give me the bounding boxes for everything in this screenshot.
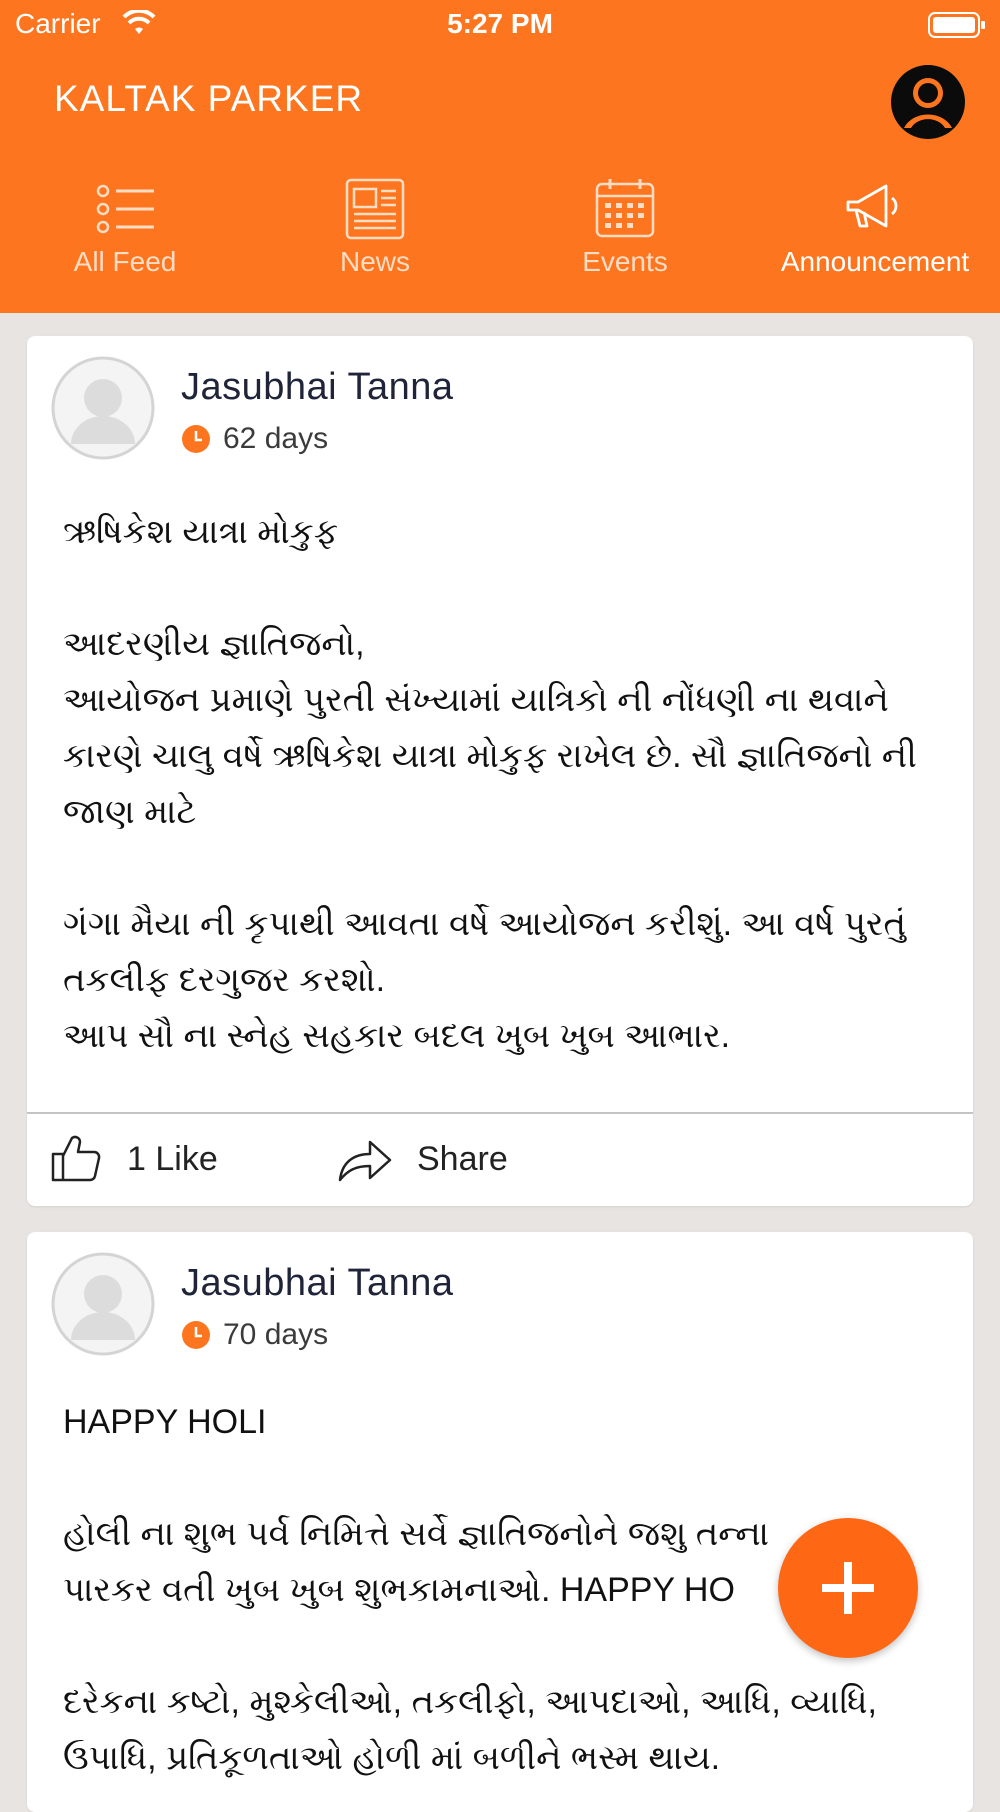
tab-bar: All Feed News Events Announcement [0, 170, 1000, 290]
tab-announcement[interactable]: Announcement [750, 170, 1000, 290]
status-time: 5:27 PM [447, 8, 553, 39]
thumbs-up-icon[interactable] [49, 1132, 103, 1184]
post-body: ઋષિકેશ યાત્રા મોકુફ આદરણીય જ્ઞાતિજનો, આય… [63, 513, 917, 1055]
status-bar: Carrier 5:27 PM [0, 0, 1000, 50]
tab-label: Events [582, 246, 668, 277]
list-icon [96, 184, 154, 234]
add-post-button[interactable] [778, 1518, 918, 1658]
clock-icon [182, 1321, 210, 1349]
post-age: 70 days [223, 1318, 329, 1351]
tab-news[interactable]: News [250, 170, 500, 290]
divider [27, 1112, 973, 1114]
tab-label: News [339, 246, 410, 277]
app-header: Carrier 5:27 PM KALTAK PARKER All Feed N… [0, 0, 1000, 313]
post-author[interactable]: Jasubhai Tanna [181, 366, 454, 409]
share-icon[interactable] [337, 1136, 393, 1184]
clock-icon [182, 425, 210, 453]
post-author[interactable]: Jasubhai Tanna [181, 1262, 454, 1305]
avatar-placeholder-icon [51, 1252, 155, 1356]
megaphone-icon [846, 184, 898, 228]
user-circle-icon[interactable] [890, 64, 966, 140]
newspaper-icon [345, 178, 405, 240]
tab-all-feed[interactable]: All Feed [0, 170, 250, 290]
post-card: Jasubhai Tanna 62 days ઋષિકેશ યાત્રા મોક… [27, 336, 973, 1206]
tab-label: All Feed [73, 246, 177, 277]
tab-label: Announcement [780, 246, 970, 277]
post-age: 62 days [223, 422, 329, 455]
battery-icon [928, 12, 985, 38]
share-button[interactable]: Share [417, 1140, 508, 1179]
tab-events[interactable]: Events [500, 170, 750, 290]
calendar-icon [595, 179, 655, 238]
plus-icon [822, 1562, 874, 1614]
avatar-placeholder-icon [51, 356, 155, 460]
like-count[interactable]: 1 Like [127, 1140, 218, 1179]
app-title: KALTAK PARKER [54, 78, 364, 119]
